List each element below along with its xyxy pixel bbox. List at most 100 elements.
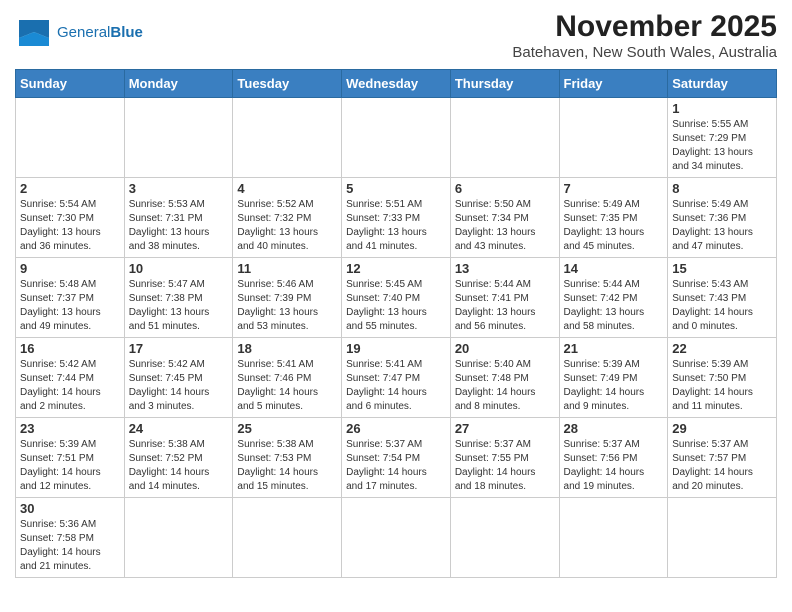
- calendar-cell: 30 Sunrise: 5:36 AM Sunset: 7:58 PM Dayli…: [16, 498, 125, 578]
- title-area: November 2025 Batehaven, New South Wales…: [512, 10, 777, 61]
- day-number: 30: [20, 501, 120, 516]
- calendar-cell: 1Sunrise: 5:55 AM Sunset: 7:29 PM Daylig…: [668, 98, 777, 178]
- day-number: 12: [346, 261, 446, 276]
- day-number: 23: [20, 421, 120, 436]
- day-content: Sunrise: 5:37 AM Sunset: 7:57 PM Dayligh…: [672, 438, 772, 494]
- day-number: 10: [129, 261, 229, 276]
- day-content: Sunrise: 5:37 AM Sunset: 7:55 PM Dayligh…: [455, 438, 555, 494]
- day-content: Sunrise: 5:48 AM Sunset: 7:37 PM Dayligh…: [20, 278, 120, 334]
- header-thursday: Thursday: [450, 70, 559, 98]
- calendar-cell: [559, 98, 668, 178]
- day-number: 19: [346, 341, 446, 356]
- calendar-cell: 3 Sunrise: 5:53 AM Sunset: 7:31 PM Daylig…: [124, 178, 233, 258]
- day-number: 11: [237, 261, 337, 276]
- day-number: 21: [564, 341, 664, 356]
- calendar-cell: 12Sunrise: 5:45 AM Sunset: 7:40 PM Dayli…: [342, 258, 451, 338]
- day-content: Sunrise: 5:49 AM Sunset: 7:35 PM Dayligh…: [564, 198, 664, 254]
- calendar-cell: [233, 98, 342, 178]
- day-content: Sunrise: 5:52 AM Sunset: 7:32 PM Dayligh…: [237, 198, 337, 254]
- calendar-cell: 26 Sunrise: 5:37 AM Sunset: 7:54 PM Dayli…: [342, 418, 451, 498]
- day-number: 25: [237, 421, 337, 436]
- calendar-cell: 19 Sunrise: 5:41 AM Sunset: 7:47 PM Dayli…: [342, 338, 451, 418]
- day-number: 15: [672, 261, 772, 276]
- location: Batehaven, New South Wales, Australia: [512, 44, 777, 61]
- calendar-cell: 14 Sunrise: 5:44 AM Sunset: 7:42 PM Dayli…: [559, 258, 668, 338]
- logo-icon: [15, 18, 53, 48]
- header-friday: Friday: [559, 70, 668, 98]
- day-content: Sunrise: 5:41 AM Sunset: 7:47 PM Dayligh…: [346, 358, 446, 414]
- calendar-cell: 16Sunrise: 5:42 AM Sunset: 7:44 PM Dayli…: [16, 338, 125, 418]
- calendar-cell: 23 Sunrise: 5:39 AM Sunset: 7:51 PM Dayli…: [16, 418, 125, 498]
- calendar-week-1: 2Sunrise: 5:54 AM Sunset: 7:30 PM Daylig…: [16, 178, 777, 258]
- calendar-cell: 15Sunrise: 5:43 AM Sunset: 7:43 PM Dayli…: [668, 258, 777, 338]
- calendar-cell: [342, 498, 451, 578]
- page: GeneralBlue November 2025 Batehaven, New…: [0, 0, 792, 593]
- calendar-week-2: 9Sunrise: 5:48 AM Sunset: 7:37 PM Daylig…: [16, 258, 777, 338]
- calendar-cell: 17 Sunrise: 5:42 AM Sunset: 7:45 PM Dayli…: [124, 338, 233, 418]
- calendar-week-5: 30 Sunrise: 5:36 AM Sunset: 7:58 PM Dayli…: [16, 498, 777, 578]
- calendar-cell: 10Sunrise: 5:47 AM Sunset: 7:38 PM Dayli…: [124, 258, 233, 338]
- day-content: Sunrise: 5:44 AM Sunset: 7:42 PM Dayligh…: [564, 278, 664, 334]
- day-number: 28: [564, 421, 664, 436]
- day-number: 1: [672, 101, 772, 116]
- calendar-cell: 2Sunrise: 5:54 AM Sunset: 7:30 PM Daylig…: [16, 178, 125, 258]
- day-number: 24: [129, 421, 229, 436]
- calendar-body: 1Sunrise: 5:55 AM Sunset: 7:29 PM Daylig…: [16, 98, 777, 578]
- day-number: 26: [346, 421, 446, 436]
- calendar-cell: 9Sunrise: 5:48 AM Sunset: 7:37 PM Daylig…: [16, 258, 125, 338]
- day-content: Sunrise: 5:39 AM Sunset: 7:51 PM Dayligh…: [20, 438, 120, 494]
- day-number: 18: [237, 341, 337, 356]
- day-content: Sunrise: 5:39 AM Sunset: 7:50 PM Dayligh…: [672, 358, 772, 414]
- day-content: Sunrise: 5:42 AM Sunset: 7:45 PM Dayligh…: [129, 358, 229, 414]
- calendar-cell: 27 Sunrise: 5:37 AM Sunset: 7:55 PM Dayli…: [450, 418, 559, 498]
- day-number: 3: [129, 181, 229, 196]
- calendar-cell: [668, 498, 777, 578]
- day-number: 13: [455, 261, 555, 276]
- calendar-cell: 28 Sunrise: 5:37 AM Sunset: 7:56 PM Dayli…: [559, 418, 668, 498]
- day-number: 6: [455, 181, 555, 196]
- calendar-cell: 5Sunrise: 5:51 AM Sunset: 7:33 PM Daylig…: [342, 178, 451, 258]
- day-number: 27: [455, 421, 555, 436]
- calendar-week-0: 1Sunrise: 5:55 AM Sunset: 7:29 PM Daylig…: [16, 98, 777, 178]
- day-number: 20: [455, 341, 555, 356]
- calendar-cell: 18 Sunrise: 5:41 AM Sunset: 7:46 PM Dayli…: [233, 338, 342, 418]
- day-content: Sunrise: 5:44 AM Sunset: 7:41 PM Dayligh…: [455, 278, 555, 334]
- calendar-header: Sunday Monday Tuesday Wednesday Thursday…: [16, 70, 777, 98]
- calendar-cell: 24 Sunrise: 5:38 AM Sunset: 7:52 PM Dayli…: [124, 418, 233, 498]
- day-number: 17: [129, 341, 229, 356]
- month-title: November 2025: [512, 10, 777, 44]
- calendar-cell: [450, 98, 559, 178]
- header-wednesday: Wednesday: [342, 70, 451, 98]
- calendar-cell: 21Sunrise: 5:39 AM Sunset: 7:49 PM Dayli…: [559, 338, 668, 418]
- day-content: Sunrise: 5:46 AM Sunset: 7:39 PM Dayligh…: [237, 278, 337, 334]
- day-content: Sunrise: 5:42 AM Sunset: 7:44 PM Dayligh…: [20, 358, 120, 414]
- calendar-cell: [124, 498, 233, 578]
- day-content: Sunrise: 5:37 AM Sunset: 7:54 PM Dayligh…: [346, 438, 446, 494]
- header-monday: Monday: [124, 70, 233, 98]
- calendar-cell: 8Sunrise: 5:49 AM Sunset: 7:36 PM Daylig…: [668, 178, 777, 258]
- day-content: Sunrise: 5:53 AM Sunset: 7:31 PM Dayligh…: [129, 198, 229, 254]
- logo-general: General: [57, 24, 110, 41]
- day-content: Sunrise: 5:38 AM Sunset: 7:53 PM Dayligh…: [237, 438, 337, 494]
- day-number: 5: [346, 181, 446, 196]
- calendar-week-3: 16Sunrise: 5:42 AM Sunset: 7:44 PM Dayli…: [16, 338, 777, 418]
- day-content: Sunrise: 5:50 AM Sunset: 7:34 PM Dayligh…: [455, 198, 555, 254]
- day-content: Sunrise: 5:37 AM Sunset: 7:56 PM Dayligh…: [564, 438, 664, 494]
- header-saturday: Saturday: [668, 70, 777, 98]
- day-number: 7: [564, 181, 664, 196]
- header: GeneralBlue November 2025 Batehaven, New…: [15, 10, 777, 61]
- calendar-cell: 11 Sunrise: 5:46 AM Sunset: 7:39 PM Dayli…: [233, 258, 342, 338]
- day-content: Sunrise: 5:36 AM Sunset: 7:58 PM Dayligh…: [20, 518, 120, 574]
- day-number: 4: [237, 181, 337, 196]
- day-content: Sunrise: 5:41 AM Sunset: 7:46 PM Dayligh…: [237, 358, 337, 414]
- calendar-cell: 6 Sunrise: 5:50 AM Sunset: 7:34 PM Daylig…: [450, 178, 559, 258]
- day-number: 14: [564, 261, 664, 276]
- calendar-cell: [233, 498, 342, 578]
- calendar-cell: 22 Sunrise: 5:39 AM Sunset: 7:50 PM Dayli…: [668, 338, 777, 418]
- day-number: 22: [672, 341, 772, 356]
- day-number: 2: [20, 181, 120, 196]
- calendar: Sunday Monday Tuesday Wednesday Thursday…: [15, 69, 777, 578]
- day-number: 8: [672, 181, 772, 196]
- day-content: Sunrise: 5:38 AM Sunset: 7:52 PM Dayligh…: [129, 438, 229, 494]
- header-tuesday: Tuesday: [233, 70, 342, 98]
